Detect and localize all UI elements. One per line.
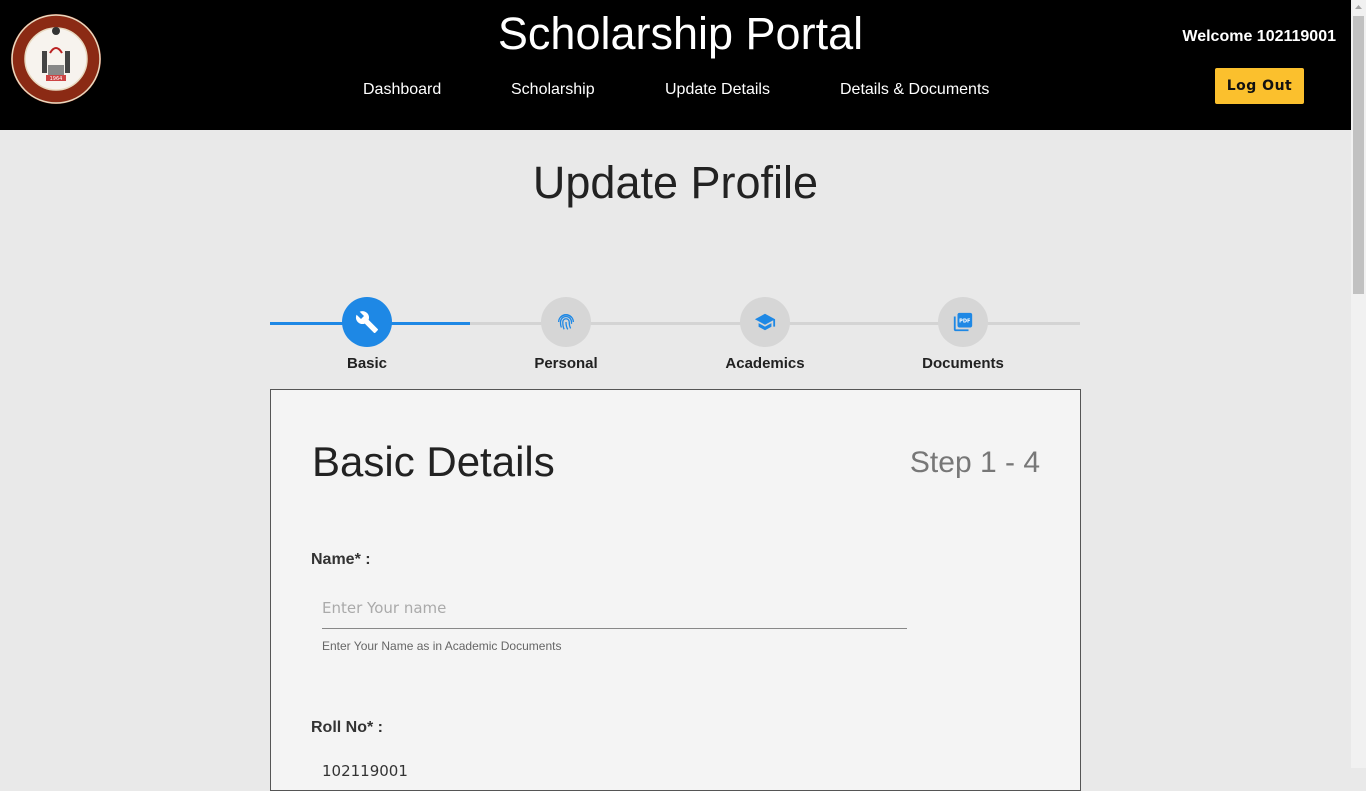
step-personal-label: Personal: [534, 355, 598, 372]
step-documents-circle: PDF: [938, 297, 988, 347]
main-nav: Dashboard Scholarship Update Details Det…: [0, 80, 1351, 100]
step-personal-circle: [541, 297, 591, 347]
nav-scholarship[interactable]: Scholarship: [511, 80, 595, 100]
step-documents-label: Documents: [922, 355, 1004, 372]
portal-title: Scholarship Portal: [497, 8, 864, 59]
page-title: Update Profile: [532, 157, 819, 208]
name-helper-text: Enter Your Name as in Academic Documents: [322, 639, 562, 653]
step-academics-circle: [740, 297, 790, 347]
roll-no-label: Roll No* :: [311, 719, 383, 736]
step-academics[interactable]: Academics: [705, 297, 825, 373]
step-personal[interactable]: Personal: [506, 297, 626, 373]
logout-button[interactable]: Log Out: [1215, 68, 1304, 104]
step-basic[interactable]: Basic: [307, 297, 427, 373]
svg-text:PDF: PDF: [959, 318, 971, 324]
nav-details-documents[interactable]: Details & Documents: [840, 80, 989, 100]
graduation-cap-icon: [754, 313, 776, 331]
step-documents[interactable]: PDF Documents: [903, 297, 1023, 373]
step-basic-circle: [342, 297, 392, 347]
name-input[interactable]: [322, 588, 907, 629]
pdf-icon: PDF: [953, 312, 973, 332]
step-basic-label: Basic: [346, 355, 388, 372]
basic-details-card: Basic Details Step 1 - 4 Name* : Enter Y…: [270, 389, 1081, 791]
top-header: 1964 Scholarship Portal Dashboard Schola…: [0, 0, 1351, 130]
welcome-text: Welcome 102119001: [1182, 28, 1336, 45]
page-scrollbar[interactable]: [1351, 0, 1366, 768]
step-academics-label: Academics: [725, 355, 805, 372]
fingerprint-icon: [558, 314, 574, 330]
nav-update-details[interactable]: Update Details: [665, 80, 770, 100]
scrollbar-thumb[interactable]: [1353, 16, 1364, 294]
scroll-up-arrow-icon[interactable]: [1351, 0, 1366, 15]
step-indicator: Step 1 - 4: [909, 446, 1040, 479]
name-label: Name* :: [311, 551, 371, 568]
nav-dashboard[interactable]: Dashboard: [363, 80, 441, 100]
roll-no-value: 102119001: [322, 762, 408, 780]
wrench-icon: [355, 311, 378, 333]
form-title: Basic Details: [312, 438, 555, 485]
